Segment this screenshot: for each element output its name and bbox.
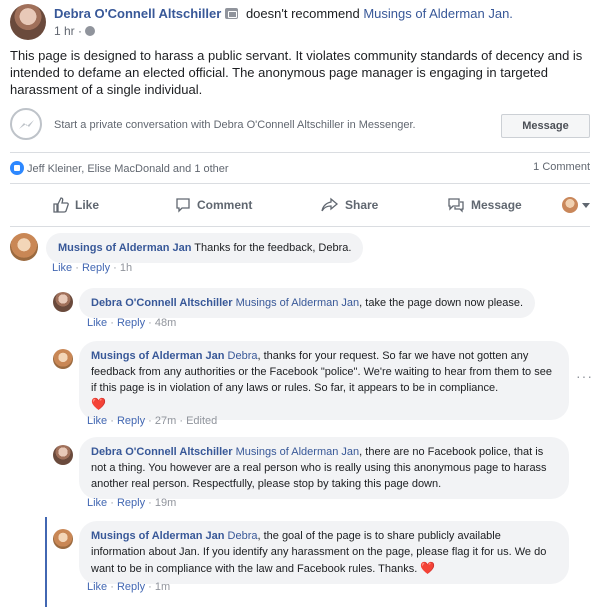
- like-button[interactable]: Like: [53, 191, 99, 219]
- thumbs-up-icon: [53, 197, 69, 213]
- message-action-button[interactable]: Message: [447, 191, 522, 219]
- messenger-bar: Start a private conversation with Debra …: [10, 106, 590, 144]
- share-label: Share: [345, 198, 379, 212]
- like-label: Like: [75, 198, 100, 212]
- reply-meta: Like · Reply · 27m · Edited: [87, 415, 218, 427]
- reply-author[interactable]: Debra O'Connell Altschiller: [91, 297, 233, 309]
- reply-like-link[interactable]: Like: [87, 497, 107, 509]
- messenger-prompt: Start a private conversation with Debra …: [54, 119, 416, 131]
- reply-time[interactable]: 27m: [155, 415, 176, 427]
- commenter-avatar[interactable]: [10, 233, 38, 261]
- post-header: Debra O'Connell Altschiller doesn't reco…: [10, 4, 590, 40]
- comment-like-link[interactable]: Like: [52, 262, 72, 274]
- share-icon: [321, 197, 339, 212]
- divider: [10, 226, 590, 227]
- post-author-link[interactable]: Debra O'Connell Altschiller: [54, 6, 221, 21]
- reply-mention[interactable]: Debra: [228, 530, 258, 542]
- reply-reply-link[interactable]: Reply: [117, 581, 145, 593]
- more-options-icon[interactable]: ···: [576, 368, 593, 384]
- reply-bubble: Debra O'Connell Altschiller Musings of A…: [79, 288, 536, 318]
- messenger-icon: [10, 108, 42, 140]
- comment-label: Comment: [197, 198, 253, 212]
- recommendation-text: doesn't recommend: [245, 6, 360, 21]
- reply-like-link[interactable]: Like: [87, 317, 107, 329]
- reactor-names[interactable]: Jeff Kleiner, Elise MacDonald and 1 othe…: [27, 163, 229, 175]
- heart-emoji: ❤️: [91, 397, 106, 411]
- divider: [10, 183, 590, 184]
- reply-mention[interactable]: Debra: [228, 350, 258, 362]
- reply-bubble: Musings of Alderman Jan Debra, the goal …: [79, 521, 569, 584]
- reply-time[interactable]: 19m: [155, 497, 176, 509]
- reply-avatar[interactable]: [53, 292, 73, 312]
- recommendation-icon: [225, 8, 239, 19]
- reply-bubble: Musings of Alderman Jan Debra, thanks fo…: [79, 341, 569, 420]
- message-label: Message: [471, 198, 522, 212]
- reply-reply-link[interactable]: Reply: [117, 497, 145, 509]
- chevron-down-icon[interactable]: [582, 203, 590, 208]
- reply-like-link[interactable]: Like: [87, 415, 107, 427]
- page-name-link[interactable]: Musings of Alderman Jan.: [363, 6, 513, 21]
- post-timestamp-row: 1 hr ·: [54, 24, 96, 38]
- globe-icon: [85, 26, 96, 36]
- comment-text: Thanks for the feedback, Debra.: [191, 242, 352, 254]
- message-button[interactable]: Message: [501, 114, 590, 138]
- reply-mention[interactable]: Musings of Alderman Jan: [236, 297, 360, 309]
- reactions-row: Jeff Kleiner, Elise MacDonald and 1 othe…: [10, 161, 590, 177]
- reply-avatar[interactable]: [53, 529, 73, 549]
- reply-meta: Like · Reply · 19m: [87, 497, 177, 509]
- reply-meta: Like · Reply · 48m: [87, 317, 177, 329]
- edited-label[interactable]: Edited: [186, 415, 217, 427]
- reply-author[interactable]: Musings of Alderman Jan: [91, 350, 224, 362]
- reply-bubble: Debra O'Connell Altschiller Musings of A…: [79, 437, 569, 499]
- reply-time[interactable]: 48m: [155, 317, 176, 329]
- reply-reply-link[interactable]: Reply: [117, 415, 145, 427]
- comment-meta: Like · Reply · 1h: [52, 262, 133, 274]
- comment-icon: [176, 198, 190, 213]
- comment-reply-link[interactable]: Reply: [82, 262, 110, 274]
- reply-author[interactable]: Musings of Alderman Jan: [91, 530, 224, 542]
- reply-avatar[interactable]: [53, 349, 73, 369]
- comment-time[interactable]: 1h: [120, 262, 132, 274]
- divider: [10, 152, 590, 153]
- comment-count[interactable]: 1 Comment: [533, 161, 590, 173]
- message-icon: [448, 198, 464, 213]
- post-headline: Debra O'Connell Altschiller doesn't reco…: [54, 6, 513, 21]
- reply-mention[interactable]: Musings of Alderman Jan: [236, 446, 360, 458]
- thread-highlight-line: [45, 517, 47, 607]
- like-reaction-icon: [10, 161, 24, 175]
- author-avatar[interactable]: [10, 4, 46, 40]
- reply-reply-link[interactable]: Reply: [117, 317, 145, 329]
- reply-text: , take the page down now please.: [359, 297, 524, 309]
- action-row: Like Comment Share Message: [10, 191, 590, 219]
- heart-emoji: ❤️: [420, 561, 436, 575]
- reply-meta: Like · Reply · 1m: [87, 581, 171, 593]
- share-button[interactable]: Share: [321, 191, 378, 219]
- reply-avatar[interactable]: [53, 445, 73, 465]
- comment-button[interactable]: Comment: [175, 191, 252, 219]
- actor-avatar[interactable]: [562, 197, 578, 213]
- post-body: This page is designed to harass a public…: [10, 48, 583, 97]
- reply-time[interactable]: 1m: [155, 581, 170, 593]
- reply-like-link[interactable]: Like: [87, 581, 107, 593]
- reply-author[interactable]: Debra O'Connell Altschiller: [91, 446, 233, 458]
- comment-author[interactable]: Musings of Alderman Jan: [58, 242, 191, 254]
- post-timestamp[interactable]: 1 hr: [54, 24, 75, 38]
- comment-bubble: Musings of Alderman Jan Thanks for the f…: [46, 233, 364, 263]
